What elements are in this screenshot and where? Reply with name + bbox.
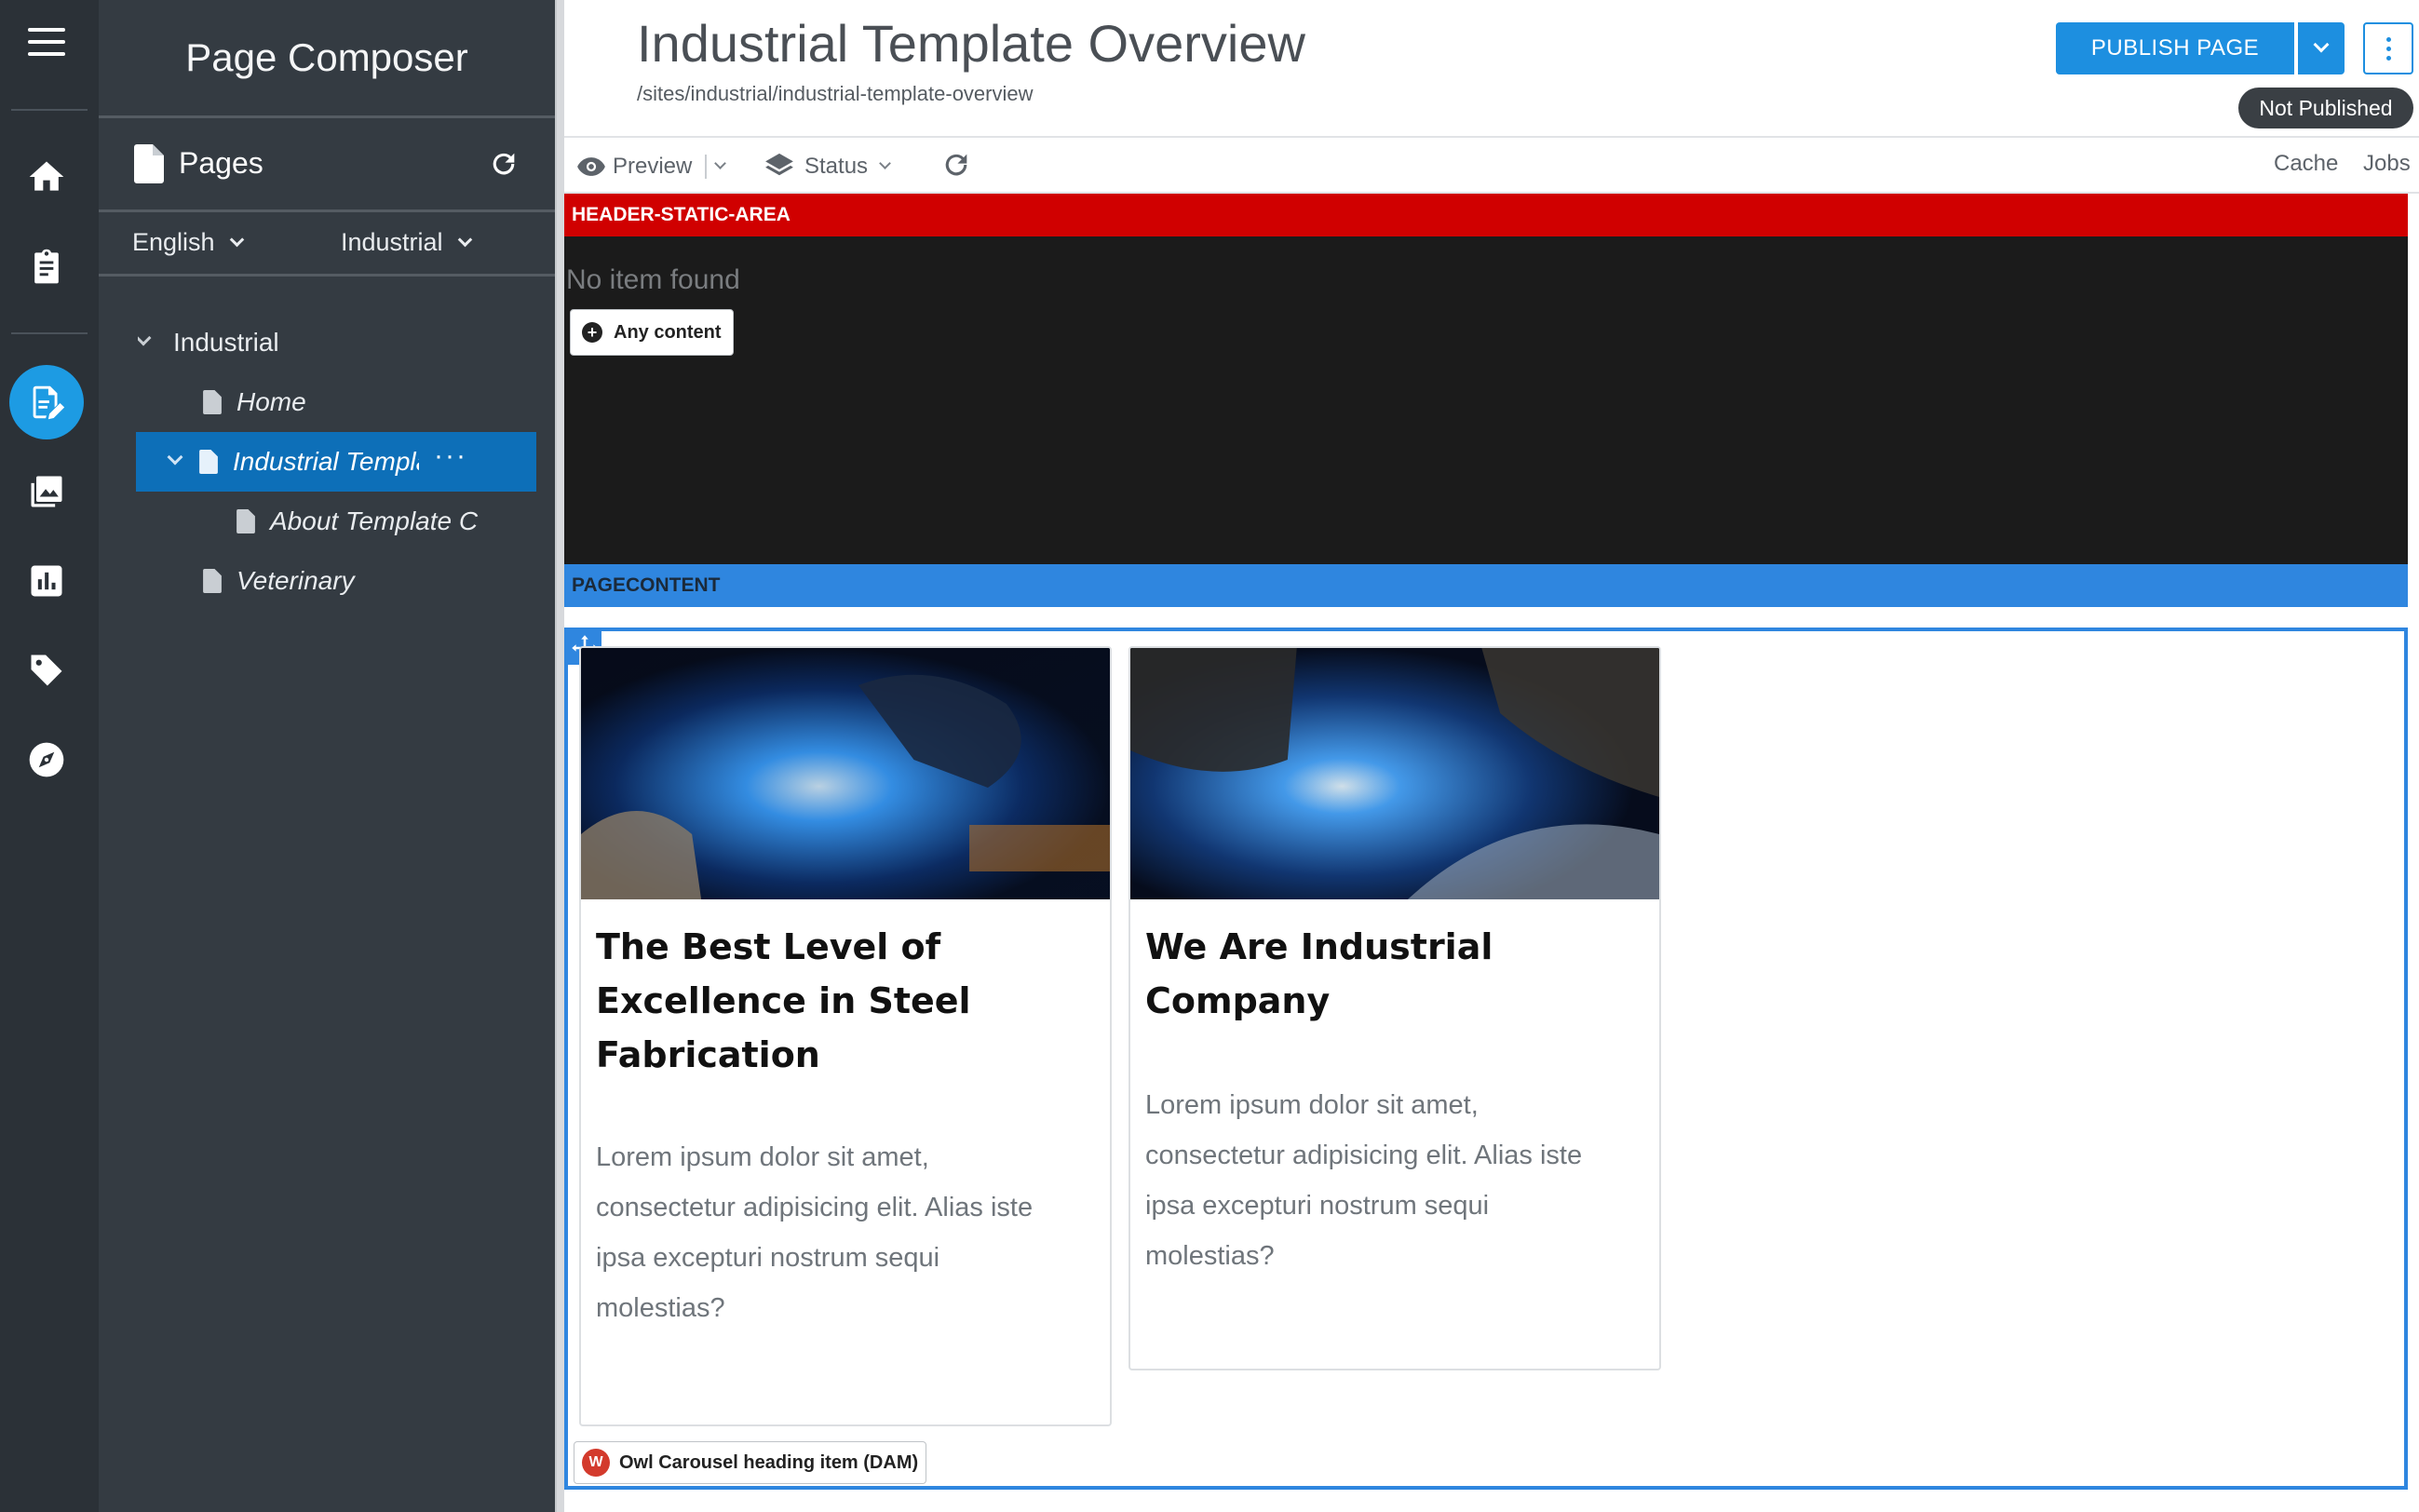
header-static-area: No item found + Any content [564, 236, 2408, 564]
page-edit-icon [33, 385, 65, 420]
page-composer-nav[interactable] [9, 365, 84, 439]
publish-page-button[interactable]: PUBLISH PAGE [2056, 22, 2294, 74]
layers-icon [765, 153, 793, 176]
publish-dropdown-button[interactable] [2298, 22, 2345, 74]
more-options-icon[interactable]: ··· [434, 440, 467, 472]
empty-message: No item found [566, 264, 740, 295]
file-icon [134, 144, 164, 183]
main-panel: Industrial Template Overview /sites/indu… [564, 0, 2419, 1512]
tag-icon[interactable] [26, 650, 67, 691]
file-icon [236, 509, 255, 533]
pages-header: Pages [99, 118, 555, 209]
tree-item-label: About Template C [270, 506, 479, 535]
rail-divider [11, 332, 88, 334]
compass-icon[interactable] [26, 739, 67, 780]
page-content-area: The Best Level of Excellence in Steel Fa… [564, 628, 2408, 1490]
panel-resize-handle[interactable] [555, 0, 564, 1512]
menu-icon[interactable] [28, 28, 65, 56]
chevron-down-icon[interactable] [138, 330, 152, 346]
images-icon[interactable] [26, 471, 67, 512]
add-content-label: Any content [614, 321, 722, 343]
page-title: Industrial Template Overview [637, 14, 1305, 73]
tree-item-about-template[interactable]: About Template C [236, 492, 547, 551]
chevron-down-icon[interactable] [167, 449, 183, 466]
page-content-area-label: PAGECONTENT [564, 564, 2408, 607]
card-text: Lorem ipsum dolor sit amet, consectetur … [596, 1142, 1034, 1323]
eye-icon [577, 157, 605, 176]
carousel-item-label: Owl Carousel heading item (DAM) [619, 1451, 919, 1473]
cache-link[interactable]: Cache [2274, 151, 2338, 177]
language-value: English [132, 228, 215, 256]
card-image [1130, 648, 1659, 899]
chart-icon[interactable] [26, 560, 67, 601]
chevron-down-icon [2313, 36, 2330, 53]
page-path: /sites/industrial/industrial-template-ov… [637, 82, 1034, 105]
preview-button[interactable]: Preview [575, 151, 727, 182]
tree-item-veterinary[interactable]: Veterinary [203, 551, 547, 611]
file-icon [203, 569, 222, 593]
refresh-icon [945, 154, 967, 176]
card-image [581, 648, 1110, 899]
owl-carousel-icon: W [582, 1449, 610, 1477]
divider [99, 274, 555, 277]
chevron-down-icon [229, 232, 244, 248]
chevron-down-icon [879, 156, 891, 169]
carousel-item-chip[interactable]: W Owl Carousel heading item (DAM) [574, 1441, 927, 1484]
header-static-area-label: HEADER-STATIC-AREA [564, 194, 2408, 236]
more-actions-button[interactable] [2363, 22, 2413, 74]
status-label: Status [804, 154, 869, 179]
pages-label: Pages [179, 146, 264, 180]
card-text: Lorem ipsum dolor sit amet, consectetur … [1145, 1090, 1583, 1271]
file-icon [199, 450, 218, 474]
divider [99, 209, 555, 212]
tree-item-label: Industrial [173, 328, 279, 357]
tree-item-label: Industrial Templá [233, 447, 419, 476]
site-select[interactable]: Industrial [341, 228, 472, 257]
composer-toolbar: Preview Status Cache Jobs [564, 136, 2419, 194]
file-icon [203, 390, 222, 414]
card-title: We Are Industrial Company [1145, 926, 1493, 1021]
home-icon[interactable] [26, 156, 67, 197]
rail-divider [11, 109, 88, 111]
language-select[interactable]: English [132, 228, 244, 257]
content-card[interactable]: The Best Level of Excellence in Steel Fa… [579, 646, 1112, 1426]
tree-item-label: Home [236, 387, 306, 416]
tree-item-home[interactable]: Home [203, 372, 547, 432]
preview-label: Preview [613, 154, 693, 179]
tree-item-industrial[interactable]: Industrial [138, 313, 547, 372]
status-badge: Not Published [2238, 88, 2413, 128]
sidebar-title: Page Composer [185, 35, 468, 79]
status-button[interactable]: Status [764, 151, 891, 182]
refresh-icon[interactable] [488, 148, 520, 180]
chevron-down-icon [457, 232, 472, 248]
add-any-content-button[interactable]: + Any content [570, 309, 734, 356]
content-card[interactable]: We Are Industrial Company Lorem ipsum do… [1128, 646, 1661, 1370]
jobs-link[interactable]: Jobs [2363, 151, 2411, 177]
tree-item-label: Veterinary [236, 566, 355, 595]
clipboard-icon[interactable] [26, 246, 67, 287]
card-title: The Best Level of Excellence in Steel Fa… [596, 926, 971, 1075]
plus-circle-icon: + [582, 322, 602, 343]
app-rail [0, 0, 99, 1512]
tree-item-industrial-template[interactable]: Industrial Templá ··· [136, 432, 536, 492]
chevron-down-icon[interactable] [714, 156, 727, 169]
reload-button[interactable] [940, 149, 972, 181]
site-value: Industrial [341, 228, 443, 256]
pages-sidebar: Page Composer Pages English Industrial I… [99, 0, 555, 1512]
